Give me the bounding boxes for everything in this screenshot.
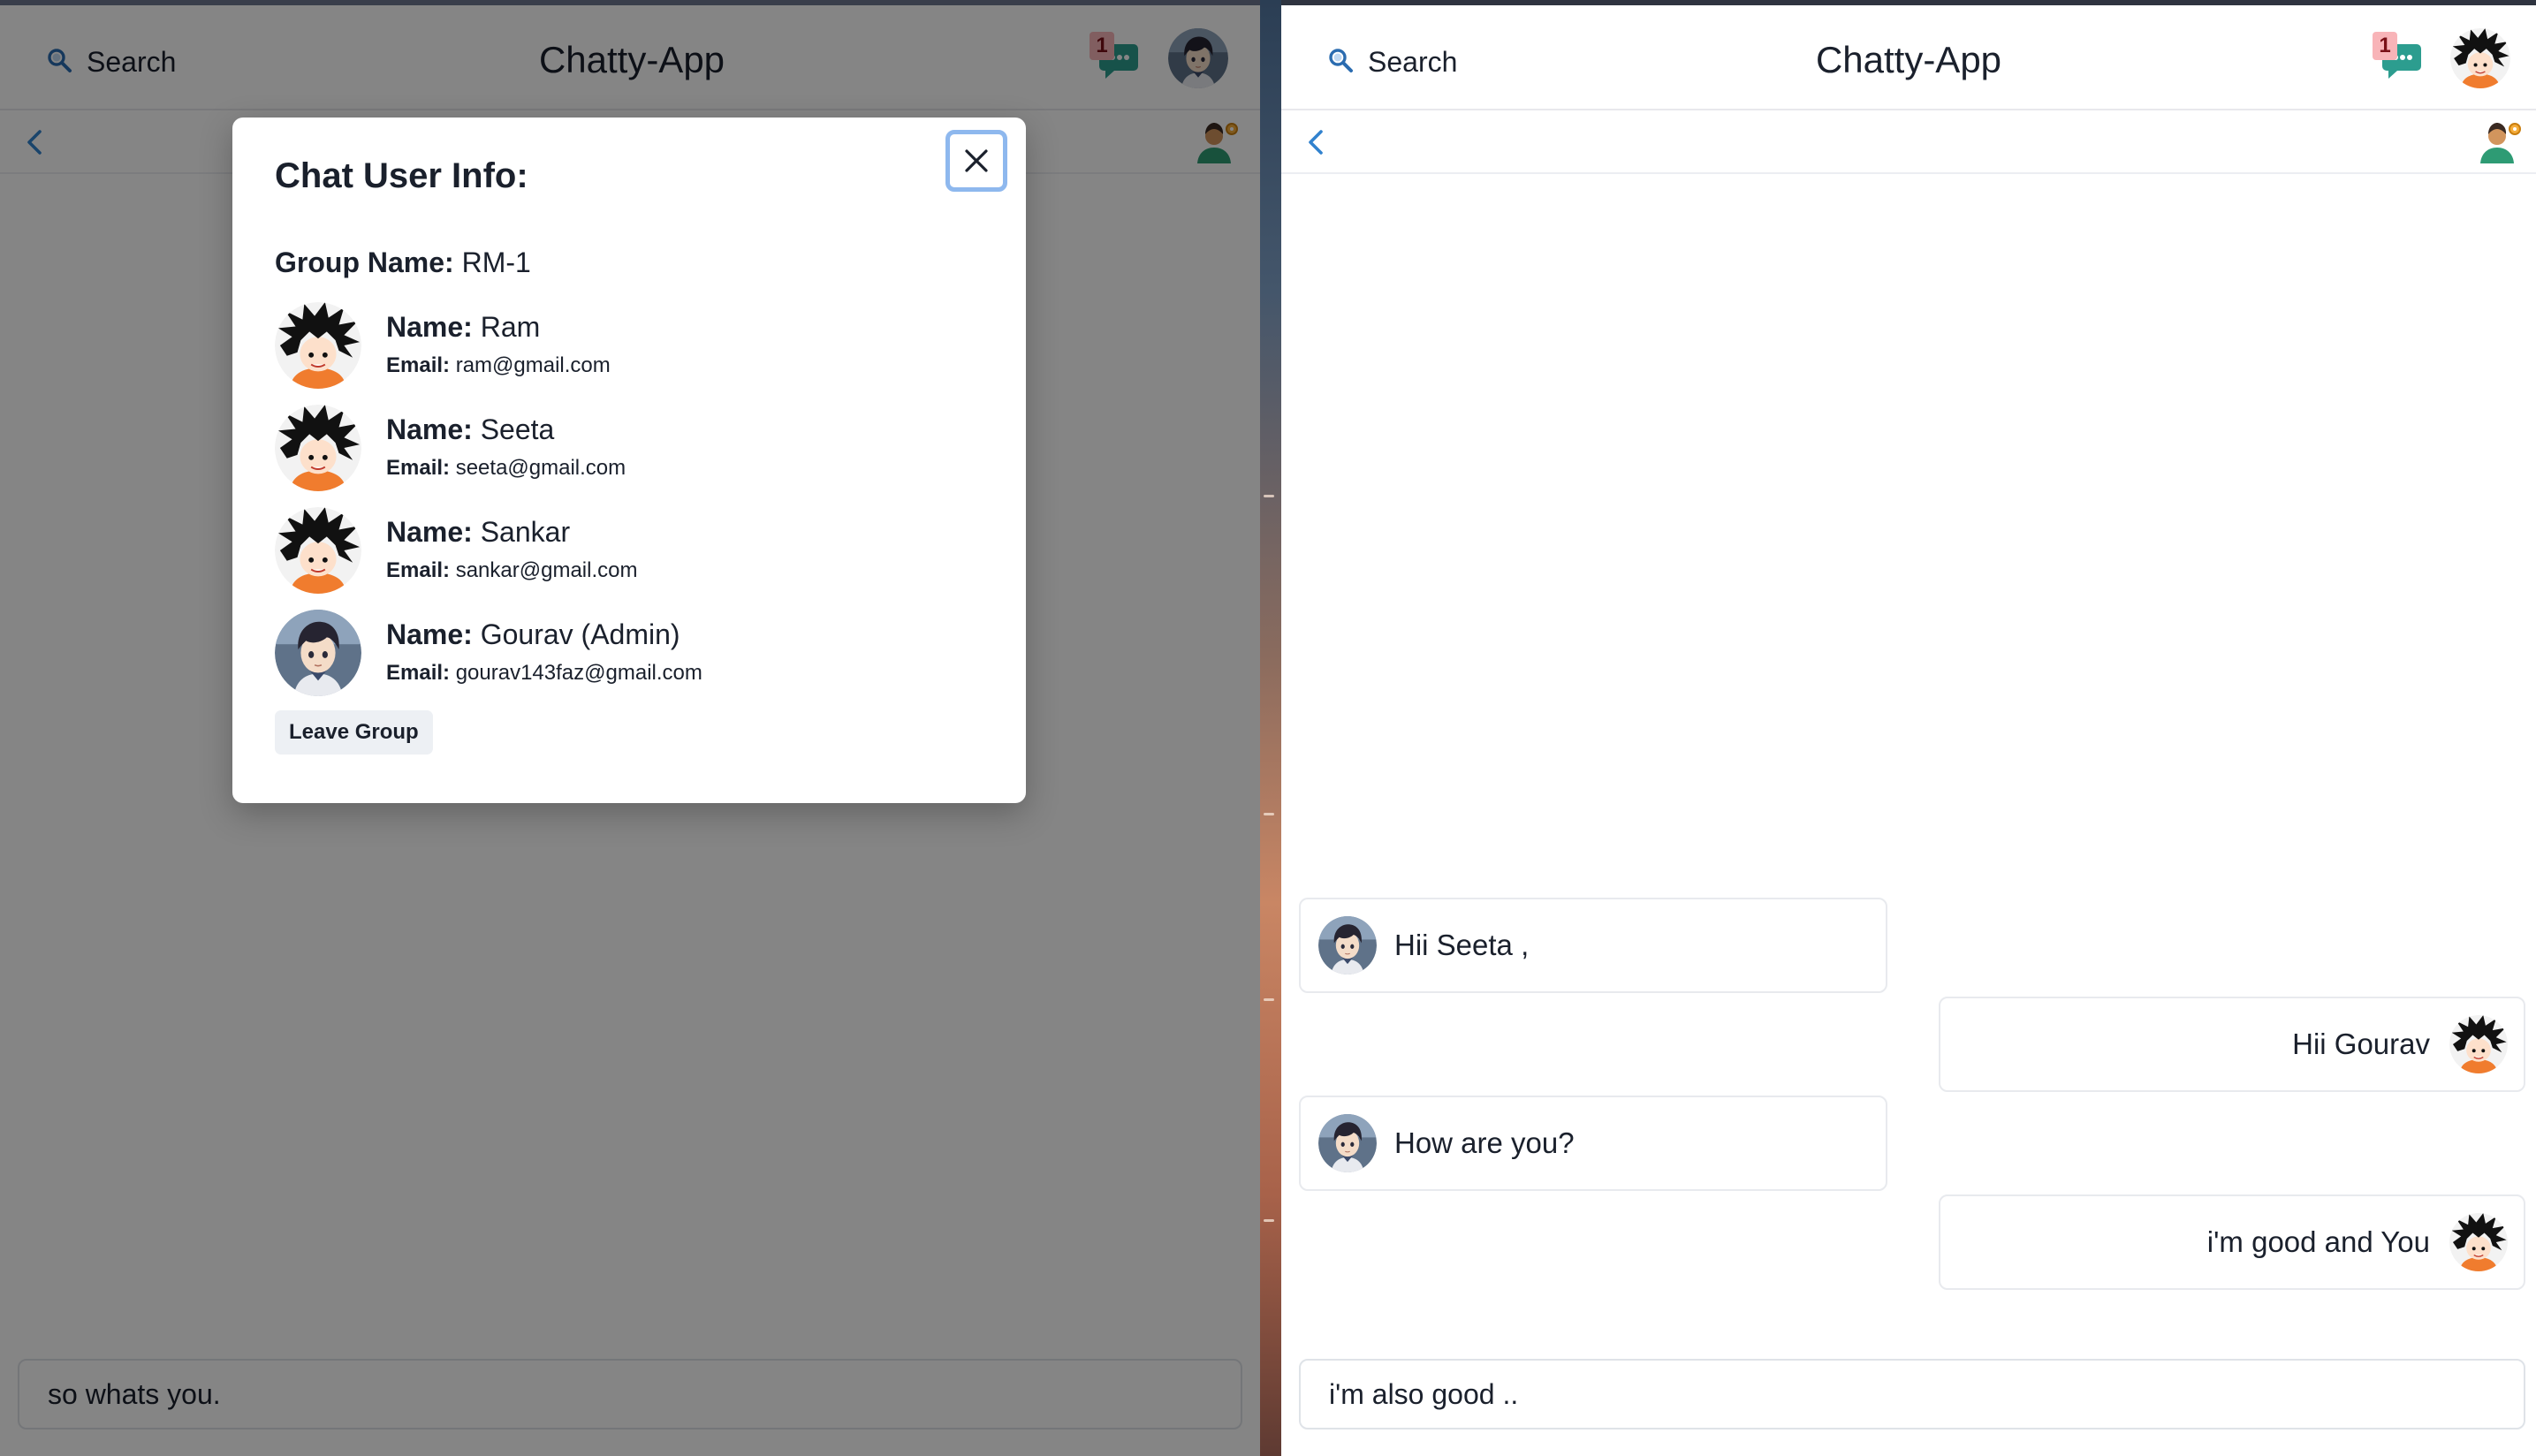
member-name: Name: Sankar [386,516,571,548]
anime-boy-avatar [1318,1114,1377,1172]
member-item: Name: Sankar Email: sankar@gmail.com [275,507,946,595]
member-email: Email: sankar@gmail.com [386,558,638,582]
member-name: Name: Ram [386,311,541,343]
member-name: Name: Seeta [386,413,555,445]
close-modal-button[interactable] [945,130,1007,192]
message-text: i'm good and You [2206,1225,2430,1258]
message-text: Hii Gourav [2292,1028,2430,1060]
message-input-value: i'm also good .. [1329,1377,1519,1410]
anime-boy-avatar [275,610,361,696]
member-name: Name: Gourav (Admin) [386,618,680,650]
message-item: i'm good and You [1939,1194,2525,1290]
chevron-left-icon [1309,130,1323,155]
leave-group-button[interactable]: Leave Group [275,710,433,755]
message-input[interactable]: i'm also good .. [1299,1359,2525,1429]
spiky-hair-avatar [2449,1213,2508,1271]
member-email: Email: gourav143faz@gmail.com [386,661,702,685]
spiky-hair-avatar [275,507,361,594]
group-name-value: RM-1 [461,246,531,278]
modal-title: Chat User Info: [275,156,528,195]
message-text: Hii Seeta , [1394,929,1530,961]
group-info-button[interactable] [2478,119,2524,165]
message-item: Hii Seeta , [1299,898,1887,993]
app-header: Search Chatty-App 1 [1281,5,2536,110]
chat-subbar [1281,112,2536,174]
left-chat-window: Search Chatty-App 1 so whats you. Chat U… [0,0,1260,1456]
message-item: How are you? [1299,1096,1887,1191]
close-icon [965,149,988,172]
group-name-label: Group Name: [275,246,454,278]
member-email: Email: ram@gmail.com [386,353,611,377]
notification-badge: 1 [2373,32,2397,60]
spiky-hair-avatar [2449,1015,2508,1073]
member-item: Name: Ram Email: ram@gmail.com [275,302,946,391]
message-item: Hii Gourav [1939,997,2525,1092]
anime-boy-avatar [1318,916,1377,974]
spiky-hair-avatar [275,405,361,491]
right-chat-window: Search Chatty-App 1 Hii Seeta , Hii Gour… [1281,0,2536,1456]
member-item: Name: Seeta Email: seeta@gmail.com [275,405,946,493]
user-settings-icon [2480,123,2521,163]
spiky-hair-avatar [275,302,361,389]
app-title: Chatty-App [1815,39,2002,80]
chat-user-info-modal: Chat User Info: Group Name: RM-1 Name: R… [232,118,1026,803]
member-email: Email: seeta@gmail.com [386,456,626,480]
desktop-background-strip [1260,0,1281,1456]
back-button[interactable] [1299,125,1334,160]
message-text: How are you? [1394,1126,1575,1159]
modal-overlay[interactable]: Chat User Info: Group Name: RM-1 Name: R… [0,0,1260,1456]
notification-button[interactable]: 1 [2373,27,2427,88]
member-item: Name: Gourav (Admin) Email: gourav143faz… [275,610,946,698]
profile-avatar-button[interactable] [2450,28,2510,88]
group-name: Group Name: RM-1 [275,246,531,279]
